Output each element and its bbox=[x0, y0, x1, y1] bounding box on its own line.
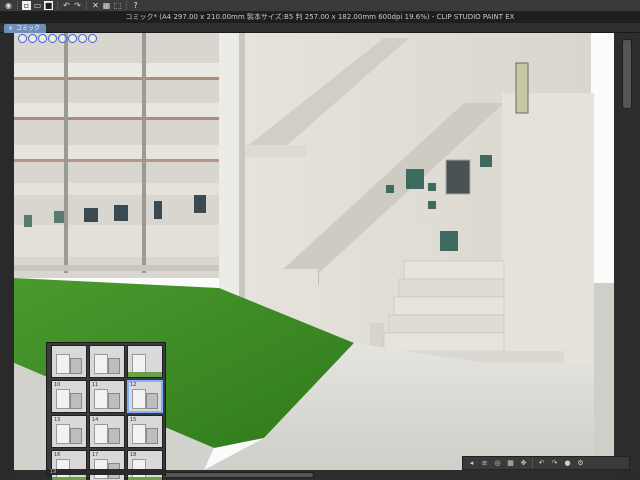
thumbnail[interactable]: 16 bbox=[51, 450, 87, 480]
launcher-separator bbox=[532, 458, 533, 468]
3d-camera-controls bbox=[18, 34, 97, 43]
thumbnail[interactable]: 10 bbox=[51, 380, 87, 413]
save-icon[interactable]: ■ bbox=[44, 1, 53, 10]
tab-document[interactable]: × コミック bbox=[4, 24, 47, 33]
undo-icon[interactable]: ↶ bbox=[537, 459, 546, 468]
command-bar: ◉ ▫ ▭ ■ ↶ ↷ ✕ ▦ ⬚ ? bbox=[0, 0, 640, 12]
thumbnail-grid: 10 11 12 13 14 15 16 17 18 bbox=[51, 345, 163, 480]
transform-icon[interactable]: ⬚ bbox=[113, 1, 122, 10]
thumbnail[interactable] bbox=[127, 345, 163, 378]
thumbnail[interactable]: 14 bbox=[89, 415, 125, 448]
tab-strip: × コミック bbox=[0, 23, 640, 33]
object-launcher: ◂ ≡ ◎ ▦ ✥ ↶ ↷ ● ⚙ bbox=[462, 456, 630, 470]
redo-icon[interactable]: ↷ bbox=[550, 459, 559, 468]
redo-icon[interactable]: ↷ bbox=[73, 1, 82, 10]
new-icon[interactable]: ▫ bbox=[22, 1, 31, 10]
window-title: コミック* (A4 297.00 x 210.00mm 製本サイズ:B5 判 2… bbox=[0, 12, 640, 23]
right-pavement bbox=[594, 283, 614, 470]
thumbnail-selected[interactable]: 12 bbox=[127, 380, 163, 413]
app-icon[interactable]: ◉ bbox=[4, 1, 13, 10]
list-icon[interactable]: ≡ bbox=[480, 459, 489, 468]
apartment-building bbox=[14, 33, 219, 278]
toolbar-separator bbox=[86, 1, 87, 10]
clip-studio-window: ◉ ▫ ▭ ■ ↶ ↷ ✕ ▦ ⬚ ? コミック* (A4 297.00 x 2… bbox=[0, 0, 640, 480]
toolbar-separator bbox=[57, 1, 58, 10]
pose-thumbnail-panel: 10 11 12 13 14 15 16 17 18 19 bbox=[46, 342, 166, 480]
thumbnail[interactable]: 11 bbox=[89, 380, 125, 413]
thumbnail[interactable]: 15 bbox=[127, 415, 163, 448]
move-xz-icon[interactable] bbox=[78, 34, 87, 43]
camera-icon[interactable]: ◎ bbox=[493, 459, 502, 468]
pan-camera-icon[interactable] bbox=[28, 34, 37, 43]
tab-label: コミック bbox=[16, 25, 41, 32]
tab-close-icon[interactable]: × bbox=[8, 25, 13, 32]
help-icon[interactable]: ? bbox=[131, 1, 140, 10]
thumbnail[interactable] bbox=[89, 345, 125, 378]
move-yz-icon[interactable] bbox=[88, 34, 97, 43]
grid-icon[interactable]: ▦ bbox=[506, 459, 515, 468]
undo-icon[interactable]: ↶ bbox=[62, 1, 71, 10]
light-icon[interactable]: ● bbox=[563, 459, 572, 468]
dolly-camera-icon[interactable] bbox=[38, 34, 47, 43]
prev-icon[interactable]: ◂ bbox=[467, 459, 476, 468]
move-xy-icon[interactable] bbox=[68, 34, 77, 43]
left-panel-edge bbox=[0, 33, 14, 470]
move-object-icon[interactable] bbox=[58, 34, 67, 43]
open-icon[interactable]: ▭ bbox=[33, 1, 42, 10]
rotate-camera-icon[interactable] bbox=[18, 34, 27, 43]
toolbar-separator bbox=[17, 1, 18, 10]
fill-icon[interactable]: ▦ bbox=[102, 1, 111, 10]
rotate-object-icon[interactable] bbox=[48, 34, 57, 43]
move-icon[interactable]: ✥ bbox=[519, 459, 528, 468]
vertical-scrollbar[interactable] bbox=[614, 33, 640, 470]
clear-icon[interactable]: ✕ bbox=[91, 1, 100, 10]
settings-icon[interactable]: ⚙ bbox=[576, 459, 585, 468]
toolbar-separator bbox=[126, 1, 127, 10]
panel-footer: 19 bbox=[47, 469, 165, 475]
thumbnail[interactable] bbox=[51, 345, 87, 378]
vertical-scroll-thumb[interactable] bbox=[622, 39, 632, 109]
thumbnail[interactable]: 13 bbox=[51, 415, 87, 448]
thumbnail[interactable]: 17 bbox=[89, 450, 125, 480]
thumbnail[interactable]: 18 bbox=[127, 450, 163, 480]
